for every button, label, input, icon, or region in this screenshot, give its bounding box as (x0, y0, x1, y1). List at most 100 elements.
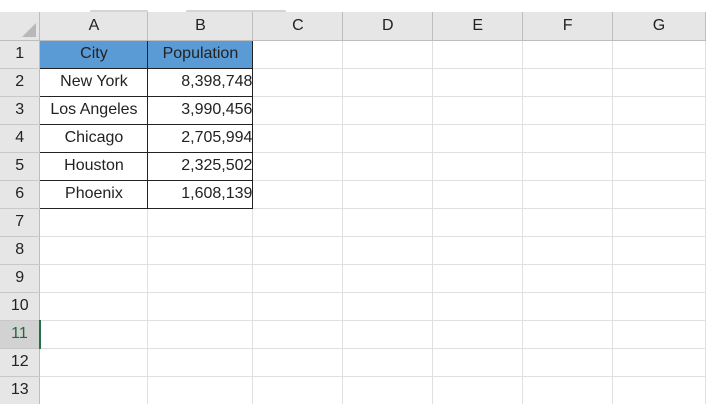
cell-e11[interactable] (432, 320, 524, 349)
row-header-5[interactable]: 5 (0, 152, 41, 181)
cell-g3[interactable] (612, 96, 706, 125)
cell-e1[interactable] (432, 40, 524, 69)
cell-f1[interactable] (522, 40, 614, 69)
row-header-6[interactable]: 6 (0, 180, 41, 209)
cell-d4[interactable] (342, 124, 434, 153)
cell-d8[interactable] (342, 236, 434, 265)
cell-a6[interactable]: Phoenix (39, 179, 149, 209)
cell-d13[interactable] (342, 376, 434, 404)
cell-e13[interactable] (432, 376, 524, 404)
cell-g4[interactable] (612, 124, 706, 153)
cell-a13[interactable] (39, 376, 149, 404)
cell-b13[interactable] (147, 376, 254, 404)
row-header-13[interactable]: 13 (0, 376, 41, 404)
cell-a10[interactable] (39, 292, 149, 321)
cell-c8[interactable] (252, 236, 344, 265)
cell-c9[interactable] (252, 264, 344, 293)
cell-c13[interactable] (252, 376, 344, 404)
cell-f4[interactable] (522, 124, 614, 153)
cell-f3[interactable] (522, 96, 614, 125)
cell-c5[interactable] (252, 152, 344, 181)
row-header-12[interactable]: 12 (0, 348, 41, 377)
cell-b8[interactable] (147, 236, 254, 265)
cell-a9[interactable] (39, 264, 149, 293)
cell-g6[interactable] (612, 180, 706, 209)
cell-g1[interactable] (612, 40, 706, 69)
cell-d5[interactable] (342, 152, 434, 181)
cell-g8[interactable] (612, 236, 706, 265)
cell-e9[interactable] (432, 264, 524, 293)
cell-a3[interactable]: Los Angeles (39, 95, 149, 125)
cell-b10[interactable] (147, 292, 254, 321)
cell-e8[interactable] (432, 236, 524, 265)
cell-b3[interactable]: 3,990,456 (147, 95, 254, 125)
row-header-7[interactable]: 7 (0, 208, 41, 237)
cell-b11[interactable] (147, 320, 254, 349)
cell-e7[interactable] (432, 208, 524, 237)
cell-e12[interactable] (432, 348, 524, 377)
cell-c7[interactable] (252, 208, 344, 237)
cell-a12[interactable] (39, 348, 149, 377)
row-header-4[interactable]: 4 (0, 124, 41, 153)
cell-f10[interactable] (522, 292, 614, 321)
cell-b2[interactable]: 8,398,748 (147, 67, 254, 97)
cell-g7[interactable] (612, 208, 706, 237)
cell-d2[interactable] (342, 68, 434, 97)
cell-e10[interactable] (432, 292, 524, 321)
cell-f6[interactable] (522, 180, 614, 209)
column-header-g[interactable]: G (612, 12, 706, 41)
cell-d12[interactable] (342, 348, 434, 377)
row-header-11-active[interactable]: 11 (0, 320, 41, 349)
row-header-1[interactable]: 1 (0, 40, 41, 69)
cell-b4[interactable]: 2,705,994 (147, 123, 254, 153)
column-header-f[interactable]: F (522, 12, 614, 41)
cell-g2[interactable] (612, 68, 706, 97)
row-header-3[interactable]: 3 (0, 96, 41, 125)
cell-c1[interactable] (252, 40, 344, 69)
cell-c6[interactable] (252, 180, 344, 209)
cell-d3[interactable] (342, 96, 434, 125)
cell-f9[interactable] (522, 264, 614, 293)
cell-a5[interactable]: Houston (39, 151, 149, 181)
row-header-10[interactable]: 10 (0, 292, 41, 321)
cell-g11[interactable] (612, 320, 706, 349)
row-header-2[interactable]: 2 (0, 68, 41, 97)
row-header-9[interactable]: 9 (0, 264, 41, 293)
cell-e4[interactable] (432, 124, 524, 153)
cell-c4[interactable] (252, 124, 344, 153)
cell-f5[interactable] (522, 152, 614, 181)
cell-b1-population-header[interactable]: Population (147, 39, 254, 69)
cell-d9[interactable] (342, 264, 434, 293)
cell-b9[interactable] (147, 264, 254, 293)
cell-c3[interactable] (252, 96, 344, 125)
cell-b5[interactable]: 2,325,502 (147, 151, 254, 181)
cell-g9[interactable] (612, 264, 706, 293)
cell-g5[interactable] (612, 152, 706, 181)
cell-c2[interactable] (252, 68, 344, 97)
column-header-e[interactable]: E (432, 12, 524, 41)
cell-f11[interactable] (522, 320, 614, 349)
cell-f2[interactable] (522, 68, 614, 97)
cell-a8[interactable] (39, 236, 149, 265)
cell-a4[interactable]: Chicago (39, 123, 149, 153)
column-header-c[interactable]: C (252, 12, 344, 41)
cell-c12[interactable] (252, 348, 344, 377)
cell-d7[interactable] (342, 208, 434, 237)
column-header-a[interactable]: A (39, 12, 149, 41)
cell-g10[interactable] (612, 292, 706, 321)
cell-g13[interactable] (612, 376, 706, 404)
cell-a11[interactable] (39, 320, 149, 349)
cell-f13[interactable] (522, 376, 614, 404)
cell-d10[interactable] (342, 292, 434, 321)
cell-b6[interactable]: 1,608,139 (147, 179, 254, 209)
cell-a7[interactable] (39, 208, 149, 237)
column-header-b[interactable]: B (147, 12, 254, 41)
cell-e3[interactable] (432, 96, 524, 125)
cell-d6[interactable] (342, 180, 434, 209)
cell-f7[interactable] (522, 208, 614, 237)
cell-f12[interactable] (522, 348, 614, 377)
cell-a1-city-header[interactable]: City (39, 39, 149, 69)
column-header-d[interactable]: D (342, 12, 434, 41)
cell-c10[interactable] (252, 292, 344, 321)
cell-d1[interactable] (342, 40, 434, 69)
